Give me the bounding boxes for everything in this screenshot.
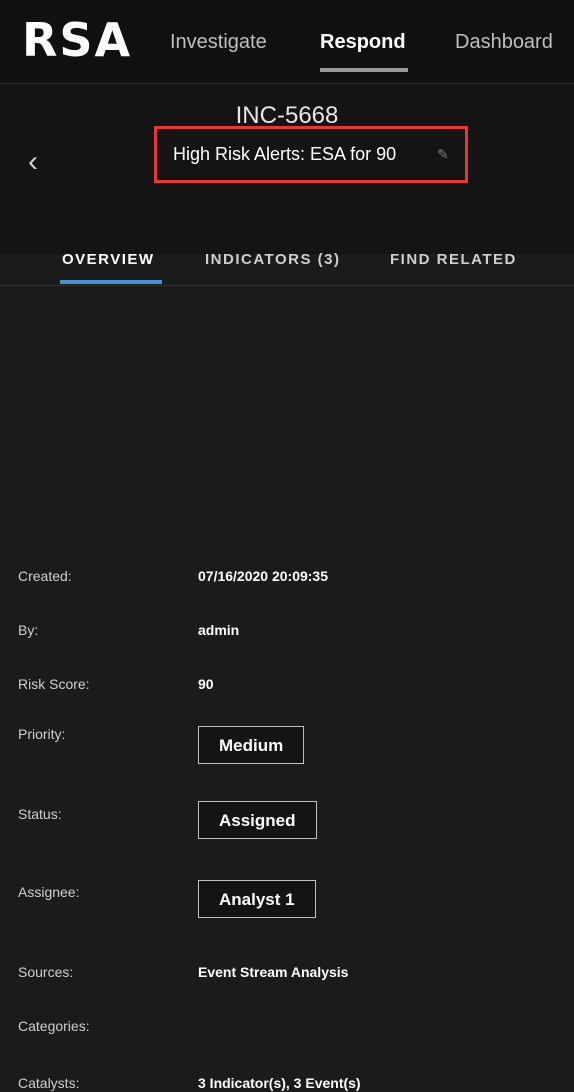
nav-respond[interactable]: Respond bbox=[320, 30, 406, 54]
tab-overview[interactable]: OVERVIEW bbox=[62, 249, 155, 271]
catalysts-value: 3 Indicator(s), 3 Event(s) bbox=[198, 1075, 361, 1091]
tab-indicators[interactable]: INDICATORS (3) bbox=[205, 249, 340, 271]
tab-divider bbox=[0, 285, 574, 286]
status-label: Status: bbox=[18, 806, 62, 822]
tab-active-indicator bbox=[60, 280, 162, 284]
created-value: 07/16/2020 20:09:35 bbox=[198, 568, 328, 584]
status-button[interactable]: Assigned bbox=[198, 801, 317, 839]
rsa-logo[interactable]: RSA bbox=[22, 10, 132, 70]
sources-label: Sources: bbox=[18, 964, 74, 980]
risk-score-value: 90 bbox=[198, 676, 214, 692]
priority-button[interactable]: Medium bbox=[198, 726, 305, 764]
tab-bar-container: OVERVIEW INDICATORS (3) FIND RELATED bbox=[0, 84, 574, 286]
by-value: admin bbox=[198, 622, 240, 638]
catalysts-label: Catalysts: bbox=[18, 1075, 80, 1091]
tab-find-related[interactable]: FIND RELATED bbox=[390, 249, 517, 271]
by-label: By: bbox=[18, 622, 39, 638]
top-navigation-bar: RSA Investigate Respond Dashboard bbox=[0, 0, 574, 84]
priority-label: Priority: bbox=[18, 726, 66, 742]
nav-active-indicator bbox=[320, 68, 408, 72]
categories-label: Categories: bbox=[18, 1018, 90, 1034]
assignee-button[interactable]: Analyst 1 bbox=[198, 880, 316, 918]
sources-value: Event Stream Analysis bbox=[198, 964, 349, 980]
nav-dashboard[interactable]: Dashboard bbox=[455, 30, 553, 54]
created-label: Created: bbox=[18, 568, 72, 584]
assignee-label: Assignee: bbox=[18, 884, 80, 900]
nav-investigate[interactable]: Investigate bbox=[170, 30, 267, 54]
risk-score-label: Risk Score: bbox=[18, 676, 90, 692]
